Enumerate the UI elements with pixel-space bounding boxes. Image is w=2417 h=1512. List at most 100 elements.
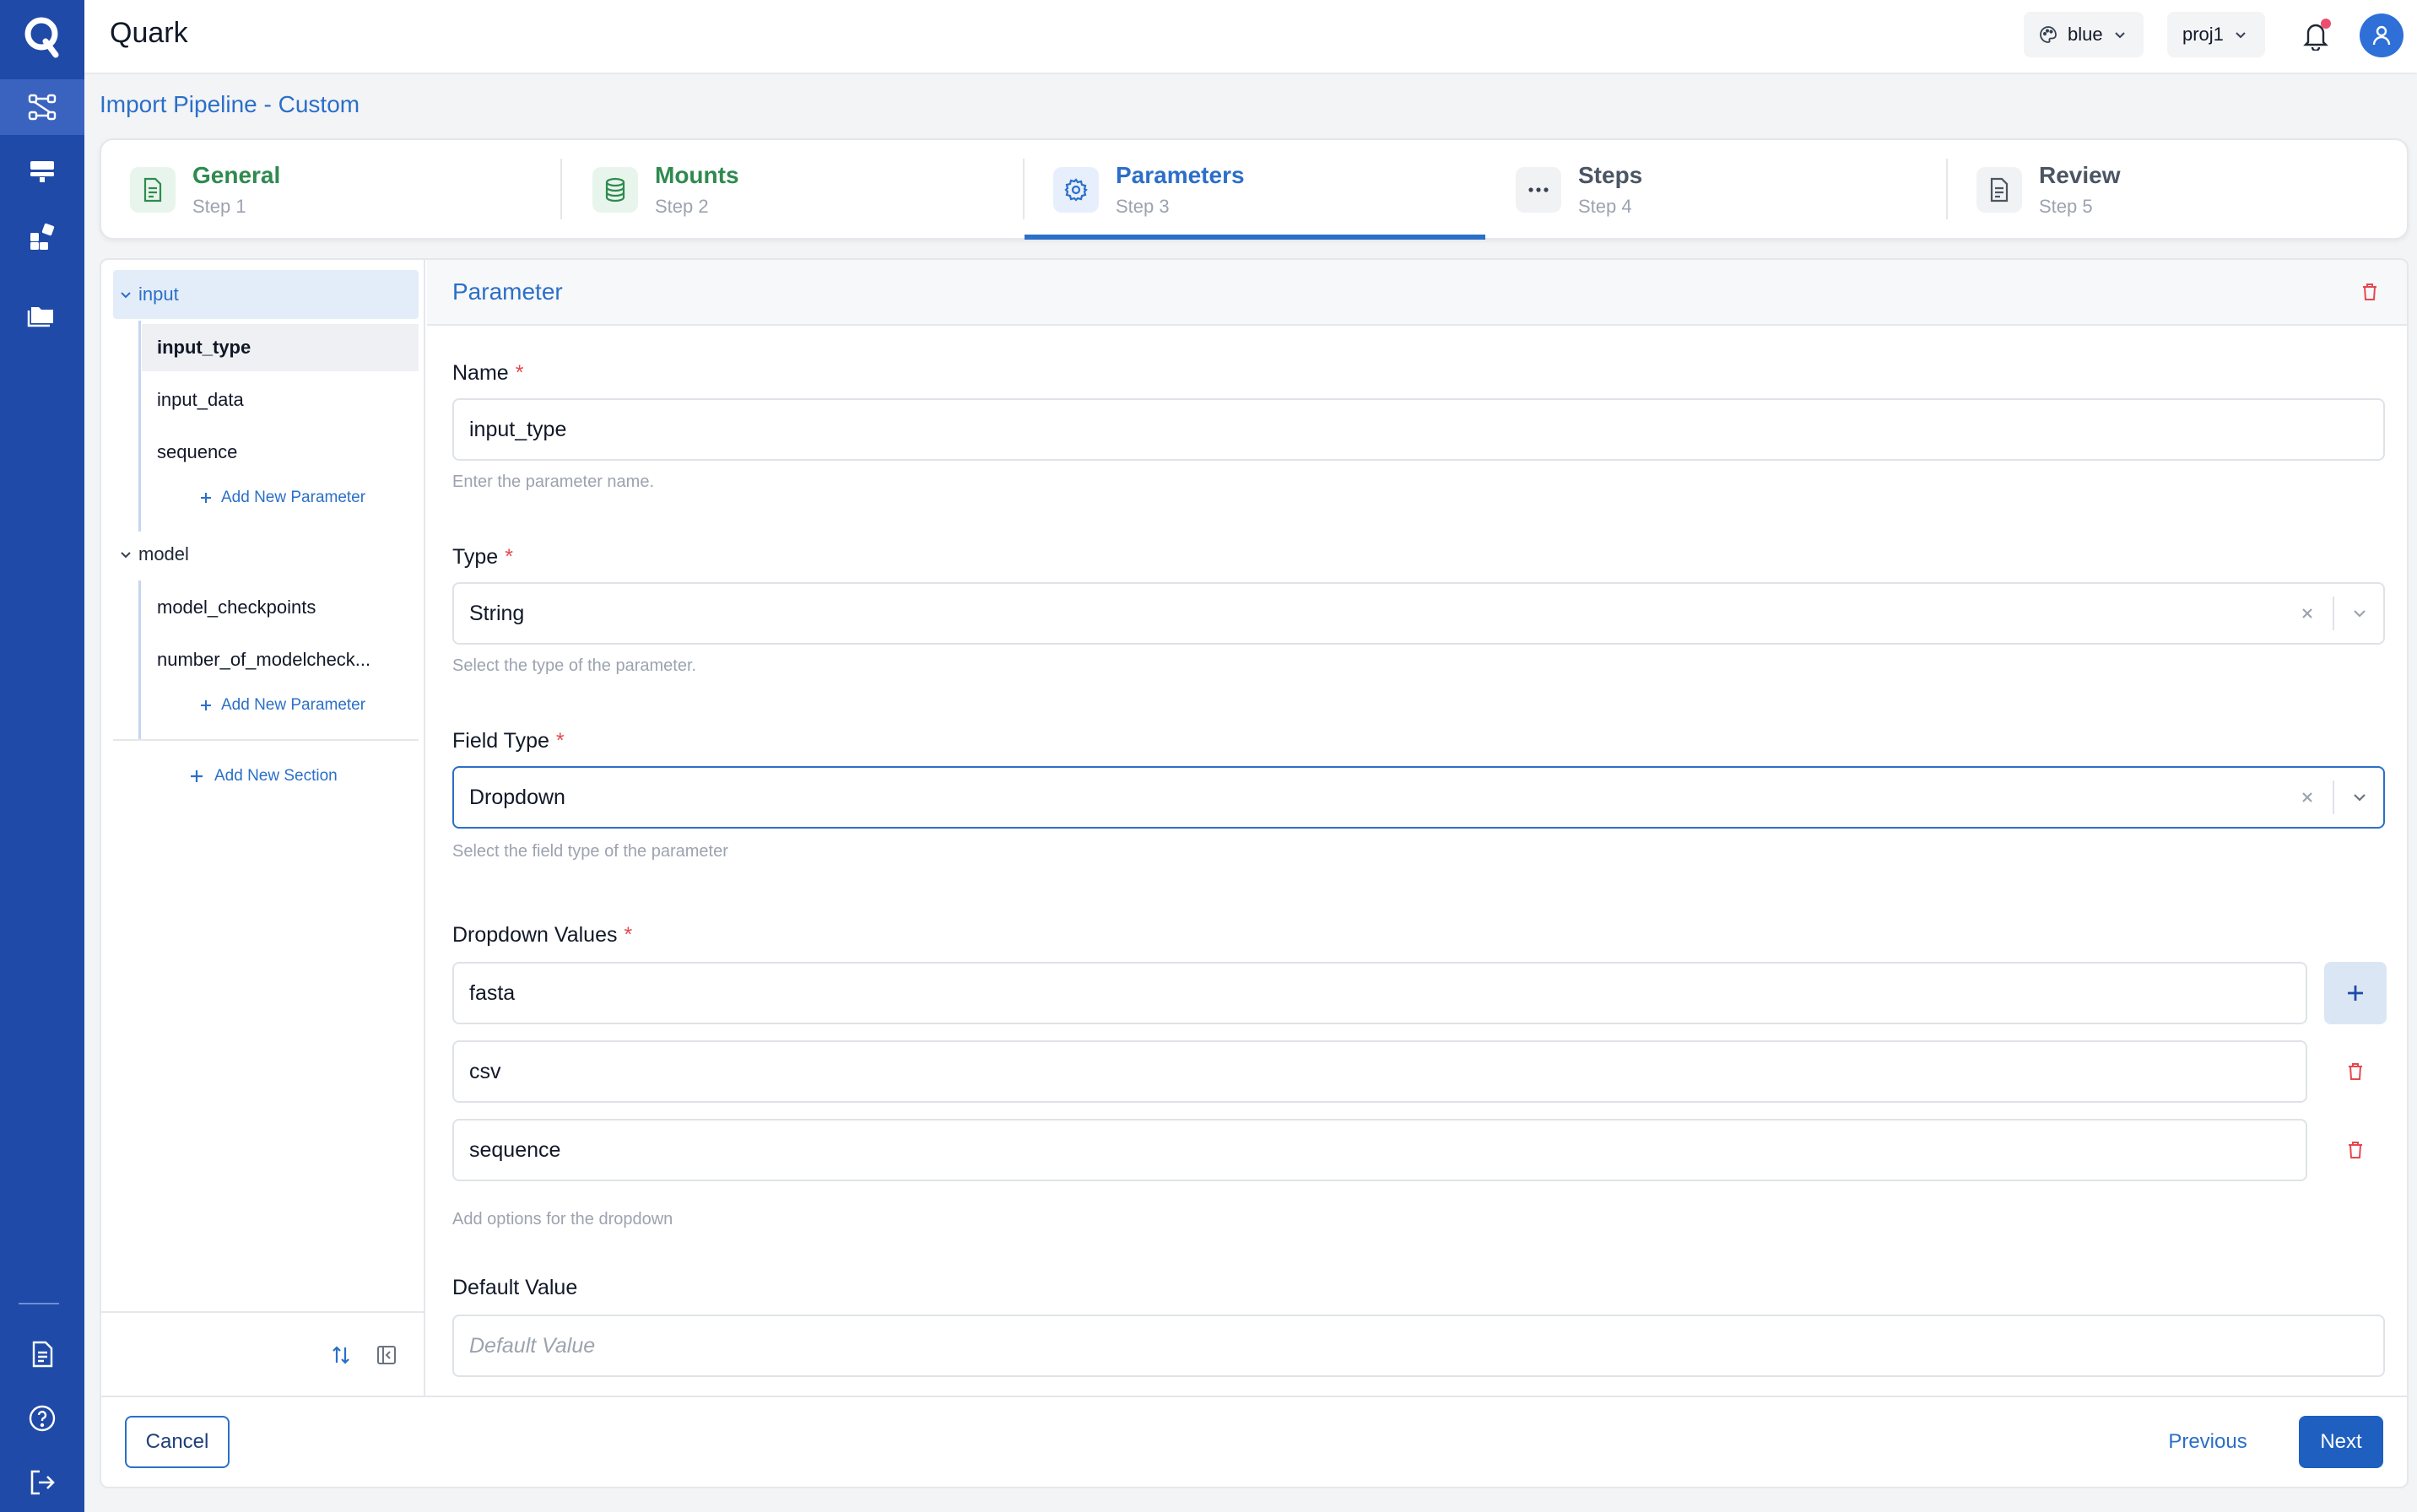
section-label: model <box>138 543 189 564</box>
name-input[interactable]: input_type <box>452 398 2385 461</box>
add-parameter-button[interactable]: Add New Parameter <box>199 483 365 513</box>
tree-item-sequence[interactable]: sequence <box>142 429 419 476</box>
chevron-down-icon[interactable] <box>2343 584 2376 643</box>
tree-divider <box>113 739 419 741</box>
field-type-select[interactable]: Dropdown <box>452 766 2385 829</box>
rail-divider <box>19 1303 59 1304</box>
step-general[interactable]: General Step 1 <box>101 140 562 238</box>
tree-footer <box>101 1311 425 1396</box>
cancel-button[interactable]: Cancel <box>125 1416 230 1468</box>
add-parameter-label: Add New Parameter <box>221 489 366 506</box>
trash-icon[interactable] <box>2338 1054 2373 1089</box>
project-selector[interactable]: proj1 <box>2167 12 2265 57</box>
add-dropdown-value-button[interactable] <box>2324 962 2387 1024</box>
sort-icon[interactable] <box>326 1340 356 1370</box>
tree-item-input_type[interactable]: input_type <box>142 324 419 371</box>
step-number: Step 4 <box>1578 196 1632 217</box>
step-number: Step 5 <box>2039 196 2093 217</box>
field-type-value: Dropdown <box>469 785 565 809</box>
folder-icon[interactable] <box>0 287 84 343</box>
step-name: Parameters <box>1116 162 1245 188</box>
notifications-bell-icon[interactable] <box>2295 15 2336 56</box>
tree-item-model_checkpoints[interactable]: model_checkpoints <box>142 584 419 631</box>
default-value-label: Default Value <box>452 1276 578 1299</box>
top-bar: Quark blue proj1 <box>84 0 2417 73</box>
dropdown-value-input[interactable]: csv <box>452 1040 2307 1103</box>
help-icon[interactable] <box>0 1390 84 1446</box>
dropdown-value-input[interactable]: fasta <box>452 962 2307 1024</box>
theme-selector[interactable]: blue <box>2024 12 2144 57</box>
app-title: Quark <box>110 17 188 49</box>
field-type-label: Field Type * <box>452 729 565 753</box>
type-select[interactable]: String <box>452 582 2385 645</box>
type-help: Select the type of the parameter. <box>452 656 697 675</box>
section-guide-line <box>138 580 141 739</box>
add-parameter-button[interactable]: Add New Parameter <box>199 690 365 721</box>
wizard-stepper: General Step 1 Mounts Step 2 Parameters … <box>100 138 2409 240</box>
section-model[interactable]: model <box>113 530 419 579</box>
plus-icon <box>191 770 203 782</box>
step-name: Mounts <box>655 162 739 188</box>
step-parameters[interactable]: Parameters Step 3 <box>1025 140 1485 240</box>
step-review[interactable]: Review Step 5 <box>1948 140 2409 238</box>
project-label: proj1 <box>2182 24 2224 45</box>
step-mounts[interactable]: Mounts Step 2 <box>564 140 1025 238</box>
collapse-panel-icon[interactable] <box>371 1340 402 1370</box>
step-number: Step 1 <box>192 196 246 217</box>
default-value-input[interactable]: Default Value <box>452 1315 2385 1377</box>
chevron-down-icon <box>2114 32 2125 39</box>
type-label: Type * <box>452 545 513 569</box>
chevron-down-icon <box>113 548 138 560</box>
wizard-footer: Cancel Previous Next <box>101 1396 2407 1487</box>
clear-icon[interactable] <box>2290 584 2324 643</box>
notification-dot <box>2321 19 2331 29</box>
section-label: input <box>138 284 179 305</box>
parameters-card: input input_type input_data sequence Add… <box>100 258 2409 1488</box>
delete-parameter-icon[interactable] <box>2356 278 2383 305</box>
pipelines-icon[interactable] <box>0 79 84 135</box>
apps-icon[interactable] <box>0 209 84 265</box>
parameter-form: Parameter Name * input_type Enter the par… <box>427 260 2407 1396</box>
section-input[interactable]: input <box>113 270 419 319</box>
database-icon <box>592 167 638 213</box>
user-avatar[interactable] <box>2360 14 2403 57</box>
clear-icon[interactable] <box>2290 768 2324 827</box>
form-title: Parameter <box>452 278 563 305</box>
document-icon <box>1976 167 2022 213</box>
dropdown-values-label: Dropdown Values * <box>452 923 633 947</box>
dropdown-values-help: Add options for the dropdown <box>452 1210 673 1228</box>
logout-icon[interactable] <box>0 1455 84 1510</box>
gear-icon <box>1053 167 1099 213</box>
next-button[interactable]: Next <box>2299 1416 2383 1468</box>
trash-icon[interactable] <box>2338 1132 2373 1168</box>
servers-icon[interactable] <box>0 143 84 199</box>
palette-icon <box>2040 26 2057 43</box>
step-number: Step 3 <box>1116 196 1170 217</box>
document-icon[interactable] <box>0 1326 84 1382</box>
parameter-tree: input input_type input_data sequence Add… <box>101 260 425 1396</box>
plus-icon <box>2348 986 2363 1001</box>
user-icon <box>2372 25 2391 46</box>
quark-logo[interactable] <box>0 0 84 73</box>
plus-icon <box>201 700 211 710</box>
left-rail <box>0 0 84 1512</box>
tree-item-input_data[interactable]: input_data <box>142 376 419 424</box>
field-type-help: Select the field type of the parameter <box>452 842 728 861</box>
page-title: Import Pipeline - Custom <box>100 91 360 117</box>
add-parameter-label: Add New Parameter <box>221 696 366 714</box>
step-name: Steps <box>1578 162 1643 188</box>
add-section-button[interactable]: Add New Section <box>189 761 338 791</box>
name-label: Name * <box>452 361 524 385</box>
plus-icon <box>201 493 211 503</box>
active-step-indicator <box>1025 235 1485 240</box>
dropdown-value-input[interactable]: sequence <box>452 1119 2307 1181</box>
step-steps[interactable]: Steps Step 4 <box>1487 140 1948 238</box>
chevron-down-icon <box>113 289 138 300</box>
previous-button[interactable]: Previous <box>2154 1416 2262 1468</box>
chevron-down-icon <box>2236 32 2246 39</box>
ellipsis-icon <box>1516 167 1561 213</box>
chevron-down-icon[interactable] <box>2343 768 2376 827</box>
name-help: Enter the parameter name. <box>452 472 655 491</box>
form-header: Parameter <box>427 260 2407 326</box>
tree-item-number_of_modelcheckpoints[interactable]: number_of_modelcheck... <box>142 636 419 683</box>
